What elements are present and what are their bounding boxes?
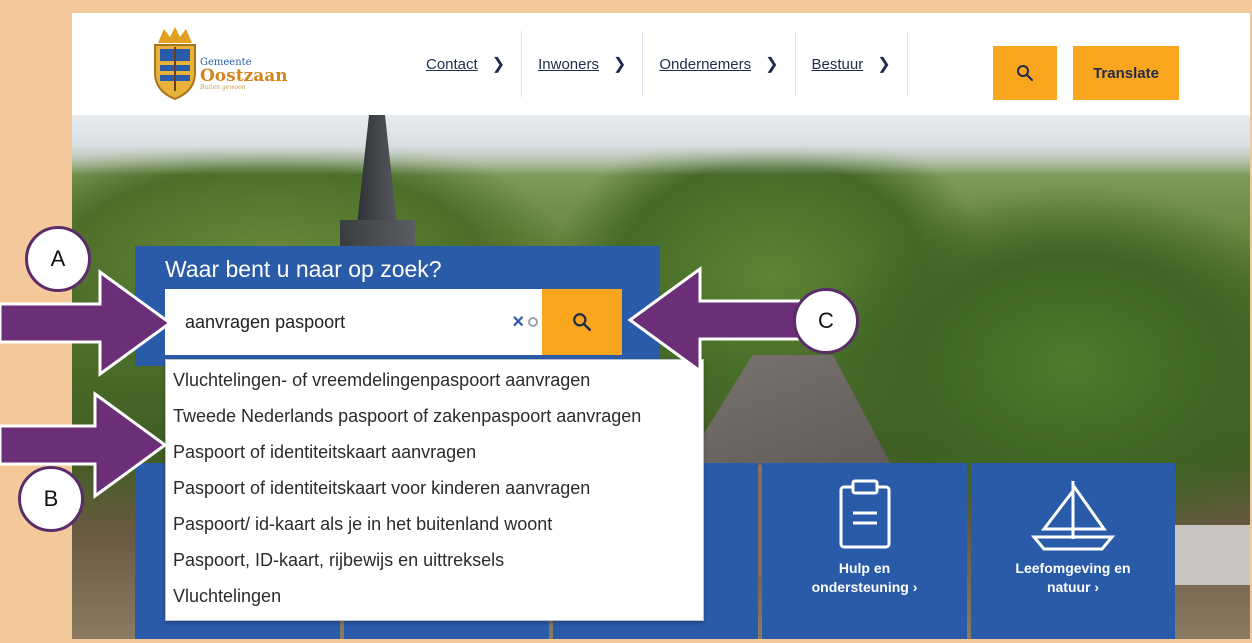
- coat-of-arms-icon: [154, 27, 196, 101]
- chevron-right-icon: ❯: [765, 56, 779, 73]
- nav-item-inwoners[interactable]: Inwoners ❯: [521, 31, 642, 97]
- nav-item-ondernemers[interactable]: Ondernemers ❯: [642, 31, 794, 97]
- suggestion-item[interactable]: Vluchtelingen: [166, 580, 703, 616]
- search-panel: Waar bent u naar op zoek? aanvragen pasp…: [135, 246, 660, 366]
- header-search-button[interactable]: [993, 46, 1057, 100]
- suggestion-item[interactable]: Vluchtelingen- of vreemdelingenpaspoort …: [166, 364, 703, 400]
- search-icon: [573, 313, 591, 331]
- site-logo[interactable]: Gemeente Oostzaan Buiten gewoon: [150, 25, 300, 105]
- arrow-c-icon: [627, 266, 800, 374]
- sailboat-icon: [1030, 480, 1116, 551]
- main-nav: Contact ❯ Inwoners ❯ Ondernemers ❯ Bestu…: [410, 31, 908, 97]
- nav-link-ondernemers[interactable]: Ondernemers: [659, 56, 751, 73]
- search-suggestions: Vluchtelingen- of vreemdelingenpaspoort …: [165, 359, 704, 621]
- suggestion-item[interactable]: Tweede Nederlands paspoort of zakenpaspo…: [166, 400, 703, 436]
- site-header: Gemeente Oostzaan Buiten gewoon Contact …: [72, 13, 1250, 115]
- search-submit-button[interactable]: [542, 289, 622, 355]
- translate-button[interactable]: Translate: [1073, 46, 1179, 100]
- arrow-a-icon: [0, 269, 173, 377]
- chevron-right-icon: ❯: [612, 56, 627, 73]
- annotation-c: C: [793, 288, 859, 354]
- quick-link-leefomgeving-en-natuur[interactable]: Leefomgeving en natuur ›: [971, 463, 1175, 639]
- tile-label-line1: Leefomgeving en: [1015, 560, 1131, 576]
- annotation-b: B: [18, 466, 84, 532]
- nav-item-contact[interactable]: Contact ❯: [410, 31, 521, 97]
- clear-icon[interactable]: ×: [512, 311, 524, 334]
- annotation-a: A: [25, 226, 91, 292]
- nav-link-contact[interactable]: Contact: [426, 56, 478, 73]
- logo-name: Oostzaan: [200, 66, 288, 86]
- suggestion-item[interactable]: Paspoort/ id-kaart als je in het buitenl…: [166, 508, 703, 544]
- search-input-value[interactable]: aanvragen paspoort: [185, 312, 512, 333]
- tile-label-line2: natuur ›: [1046, 579, 1100, 595]
- nav-link-inwoners[interactable]: Inwoners: [538, 56, 599, 73]
- nav-link-bestuur[interactable]: Bestuur: [812, 56, 864, 73]
- search-input[interactable]: aanvragen paspoort ×: [165, 289, 542, 355]
- church-spire: [357, 115, 397, 225]
- suggestion-item[interactable]: Paspoort, ID-kaart, rijbewijs en uittrek…: [166, 544, 703, 580]
- suggestion-item[interactable]: Paspoort of identiteitskaart voor kinder…: [166, 472, 703, 508]
- clipboard-icon: [839, 479, 890, 549]
- suggestion-item[interactable]: Paspoort of identiteitskaart aanvragen: [166, 436, 703, 472]
- loading-icon: [528, 317, 538, 327]
- nav-item-bestuur[interactable]: Bestuur ❯: [794, 31, 908, 97]
- chevron-right-icon: ❯: [877, 56, 891, 73]
- tile-label-line2: ondersteuning ›: [811, 579, 918, 595]
- search-title: Waar bent u naar op zoek?: [165, 256, 442, 282]
- tile-label-line1: Hulp en: [838, 560, 891, 576]
- search-icon: [1017, 65, 1034, 82]
- quick-link-hulp-en-ondersteuning[interactable]: Hulp en ondersteuning ›: [762, 463, 967, 639]
- chevron-right-icon: ❯: [491, 56, 506, 73]
